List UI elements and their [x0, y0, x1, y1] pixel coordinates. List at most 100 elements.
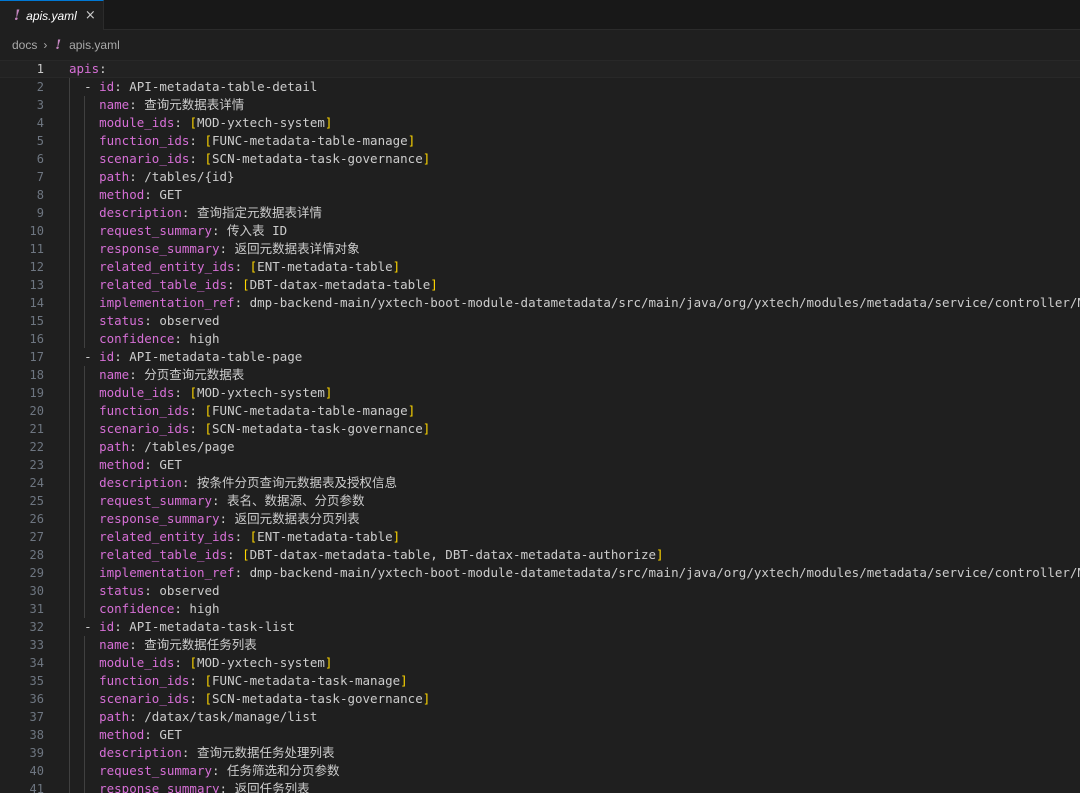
line-number: 8 [36, 188, 44, 202]
code-line[interactable]: 7 path: /tables/{id} [0, 168, 1080, 186]
code-line[interactable]: 34 module_ids: [MOD-yxtech-system] [0, 654, 1080, 672]
line-number: 31 [29, 602, 44, 616]
line-number: 13 [29, 278, 44, 292]
line-number: 25 [29, 494, 44, 508]
code-line[interactable]: 2 - id: API-metadata-table-detail [0, 78, 1080, 96]
line-number: 30 [29, 584, 44, 598]
code-line[interactable]: 38 method: GET [0, 726, 1080, 744]
code-line[interactable]: 20 function_ids: [FUNC-metadata-table-ma… [0, 402, 1080, 420]
line-number: 33 [29, 638, 44, 652]
code-text: description: 按条件分页查询元数据表及授权信息 [99, 475, 397, 490]
code-text: implementation_ref: dmp-backend-main/yxt… [99, 295, 1080, 310]
line-number: 14 [29, 296, 44, 310]
code-text: - id: API-metadata-table-detail [84, 79, 318, 94]
code-line[interactable]: 28 related_table_ids: [DBT-datax-metadat… [0, 546, 1080, 564]
tab-title: apis.yaml [26, 8, 77, 23]
line-number: 23 [29, 458, 44, 472]
code-line[interactable]: 3 name: 查询元数据表详情 [0, 96, 1080, 114]
line-number: 27 [29, 530, 44, 544]
code-line[interactable]: 24 description: 按条件分页查询元数据表及授权信息 [0, 474, 1080, 492]
code-text: name: 查询元数据表详情 [99, 97, 245, 112]
code-text: method: GET [99, 457, 182, 472]
code-line[interactable]: 12 related_entity_ids: [ENT-metadata-tab… [0, 258, 1080, 276]
code-line[interactable]: 8 method: GET [0, 186, 1080, 204]
code-text: response_summary: 返回元数据表详情对象 [99, 241, 360, 256]
chevron-right-icon: › [43, 38, 48, 52]
line-number: 38 [29, 728, 44, 742]
code-line[interactable]: 26 response_summary: 返回元数据表分页列表 [0, 510, 1080, 528]
code-line[interactable]: 25 request_summary: 表名、数据源、分页参数 [0, 492, 1080, 510]
code-line[interactable]: 41 response_summary: 返回任务列表 [0, 780, 1080, 793]
line-number: 41 [29, 782, 44, 793]
code-line[interactable]: 35 function_ids: [FUNC-metadata-task-man… [0, 672, 1080, 690]
code-text: status: observed [99, 583, 220, 598]
code-line[interactable]: 16 confidence: high [0, 330, 1080, 348]
code-text: response_summary: 返回元数据表分页列表 [99, 511, 360, 526]
code-line[interactable]: 6 scenario_ids: [SCN-metadata-task-gover… [0, 150, 1080, 168]
line-number: 16 [29, 332, 44, 346]
breadcrumb: docs › ! apis.yaml [0, 31, 1080, 59]
tab-apis-yaml[interactable]: ! apis.yaml × [0, 0, 104, 30]
code-text: name: 查询元数据任务列表 [99, 637, 257, 652]
code-text: description: 查询元数据任务处理列表 [99, 745, 335, 760]
editor-tab-bar: ! apis.yaml × [0, 0, 1080, 30]
code-text: scenario_ids: [SCN-metadata-task-governa… [99, 421, 431, 436]
line-number: 10 [29, 224, 44, 238]
line-number: 35 [29, 674, 44, 688]
code-line[interactable]: 19 module_ids: [MOD-yxtech-system] [0, 384, 1080, 402]
code-text: scenario_ids: [SCN-metadata-task-governa… [99, 691, 431, 706]
line-number: 24 [29, 476, 44, 490]
code-line[interactable]: 32 - id: API-metadata-task-list [0, 618, 1080, 636]
code-line[interactable]: 29 implementation_ref: dmp-backend-main/… [0, 564, 1080, 582]
code-line[interactable]: 31 confidence: high [0, 600, 1080, 618]
code-line[interactable]: 33 name: 查询元数据任务列表 [0, 636, 1080, 654]
line-number: 3 [36, 98, 44, 112]
code-line[interactable]: 23 method: GET [0, 456, 1080, 474]
line-number: 1 [36, 62, 44, 76]
line-number: 34 [29, 656, 44, 670]
breadcrumb-file[interactable]: apis.yaml [69, 38, 120, 52]
code-line[interactable]: 15 status: observed [0, 312, 1080, 330]
code-line[interactable]: 1 apis: [0, 60, 1080, 78]
line-number: 9 [36, 206, 44, 220]
code-line[interactable]: 5 function_ids: [FUNC-metadata-table-man… [0, 132, 1080, 150]
line-number: 26 [29, 512, 44, 526]
code-line[interactable]: 18 name: 分页查询元数据表 [0, 366, 1080, 384]
code-text: name: 分页查询元数据表 [99, 367, 245, 382]
code-line[interactable]: 9 description: 查询指定元数据表详情 [0, 204, 1080, 222]
code-text: related_entity_ids: [ENT-metadata-table] [99, 259, 401, 274]
code-line[interactable]: 36 scenario_ids: [SCN-metadata-task-gove… [0, 690, 1080, 708]
code-line[interactable]: 30 status: observed [0, 582, 1080, 600]
line-number: 21 [29, 422, 44, 436]
code-text: scenario_ids: [SCN-metadata-task-governa… [99, 151, 431, 166]
code-text: request_summary: 任务筛选和分页参数 [99, 763, 340, 778]
yaml-file-icon: ! [14, 7, 21, 24]
code-line[interactable]: 37 path: /datax/task/manage/list [0, 708, 1080, 726]
code-text: path: /tables/{id} [99, 169, 235, 184]
code-text: function_ids: [FUNC-metadata-table-manag… [99, 403, 416, 418]
code-text: confidence: high [99, 601, 220, 616]
code-line[interactable]: 14 implementation_ref: dmp-backend-main/… [0, 294, 1080, 312]
code-line[interactable]: 17 - id: API-metadata-table-page [0, 348, 1080, 366]
code-line[interactable]: 39 description: 查询元数据任务处理列表 [0, 744, 1080, 762]
line-number: 15 [29, 314, 44, 328]
code-text: - id: API-metadata-table-page [84, 349, 303, 364]
code-line[interactable]: 22 path: /tables/page [0, 438, 1080, 456]
code-line[interactable]: 27 related_entity_ids: [ENT-metadata-tab… [0, 528, 1080, 546]
code-text: module_ids: [MOD-yxtech-system] [99, 115, 333, 130]
code-line[interactable]: 11 response_summary: 返回元数据表详情对象 [0, 240, 1080, 258]
close-icon[interactable]: × [85, 9, 96, 22]
line-number: 7 [36, 170, 44, 184]
line-number: 40 [29, 764, 44, 778]
code-text: - id: API-metadata-task-list [84, 619, 295, 634]
breadcrumb-folder[interactable]: docs [12, 38, 37, 52]
code-line[interactable]: 21 scenario_ids: [SCN-metadata-task-gove… [0, 420, 1080, 438]
code-editor[interactable]: 1 apis: 2 - id: API-metadata-table-detail 3… [0, 60, 1080, 793]
code-line[interactable]: 4 module_ids: [MOD-yxtech-system] [0, 114, 1080, 132]
code-line[interactable]: 13 related_table_ids: [DBT-datax-metadat… [0, 276, 1080, 294]
code-line[interactable]: 10 request_summary: 传入表 ID [0, 222, 1080, 240]
line-number: 36 [29, 692, 44, 706]
code-line[interactable]: 40 request_summary: 任务筛选和分页参数 [0, 762, 1080, 780]
code-text: request_summary: 表名、数据源、分页参数 [99, 493, 365, 508]
code-text: related_entity_ids: [ENT-metadata-table] [99, 529, 401, 544]
